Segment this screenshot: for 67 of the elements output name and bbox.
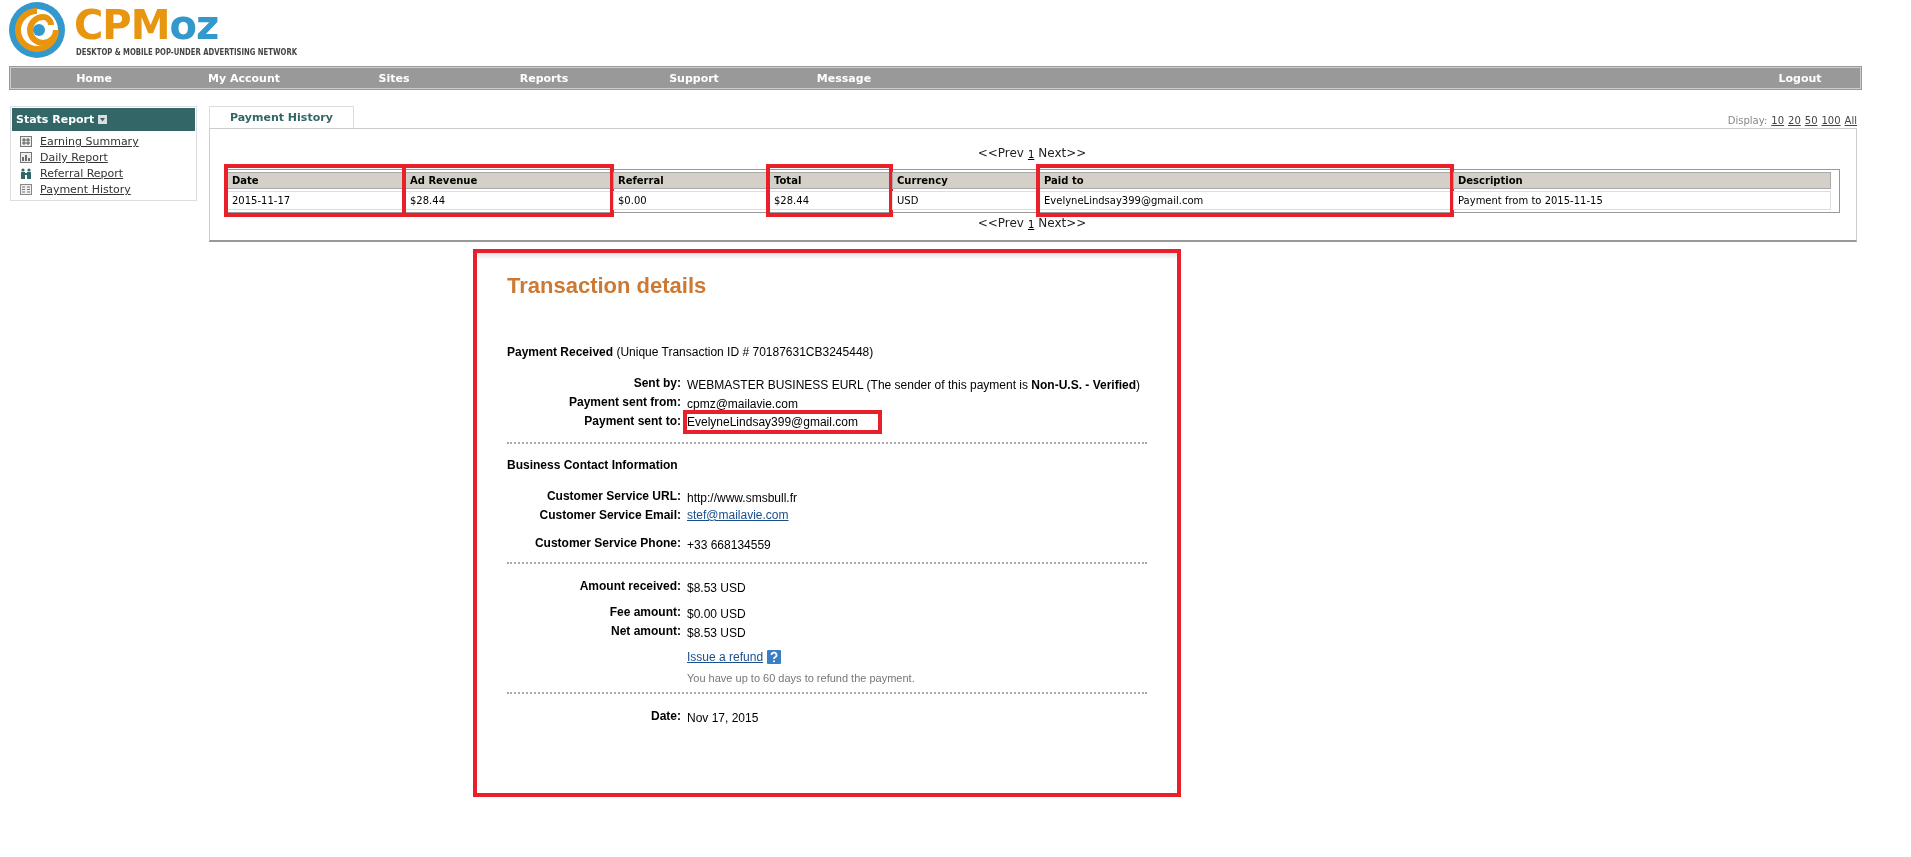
column-header: Referral [613, 172, 767, 189]
field-value: $8.53 USD [687, 581, 746, 595]
next-link[interactable]: Next>> [1038, 216, 1087, 230]
panel-title: Transaction details [507, 273, 708, 300]
column-header: Currency [892, 172, 1037, 189]
page-size-link[interactable]: 100 [1821, 115, 1841, 126]
sidebar-link[interactable]: Payment History [20, 183, 187, 196]
page-link[interactable]: 1 [1027, 219, 1035, 230]
field-value: cpmz@mailavie.com [687, 397, 798, 411]
people-icon [20, 168, 32, 179]
field-label: Fee amount: [608, 605, 681, 621]
column-header: Paid to [1039, 172, 1451, 189]
page-size-link[interactable]: All [1844, 115, 1857, 126]
field-label: Amount received: [578, 579, 681, 595]
page-size-link[interactable]: 50 [1804, 115, 1818, 126]
tab[interactable]: Payment History [209, 106, 354, 129]
section-heading: Business Contact Information [507, 458, 679, 472]
refund-link[interactable]: Issue a refund [687, 650, 764, 664]
field-value: $8.53 USD [687, 626, 746, 640]
collapse-icon[interactable] [98, 115, 108, 124]
logo-tagline: DESKTOP & MOBILE POP-UNDER ADVERTISING NETWORK [76, 47, 298, 57]
table-cell: 2015-11-17 [227, 191, 403, 210]
field-label: Sent by: [632, 376, 681, 392]
table-cell: $28.44 [405, 191, 611, 210]
page-link[interactable]: 1 [1027, 149, 1035, 160]
column-header: Description [1453, 172, 1831, 189]
column-header: Ad Revenue [405, 172, 611, 189]
field-value: $0.00 USD [687, 607, 746, 621]
sidebar-link[interactable]: Referral Report [20, 167, 187, 180]
field-label: Customer Service Email: [538, 508, 681, 522]
table-cell: USD [892, 191, 1037, 210]
next-link[interactable]: Next>> [1038, 146, 1087, 160]
field-label: Customer Service Phone: [533, 536, 681, 552]
help-icon[interactable] [767, 650, 782, 664]
sidebar-title: Stats Report [16, 113, 95, 126]
field-label: Payment sent from: [567, 395, 681, 411]
field-label: Customer Service URL: [545, 489, 681, 505]
field-value: +33 668134559 [687, 538, 771, 552]
display-label: Display: [1727, 115, 1768, 126]
field-value: Nov 17, 2015 [687, 711, 759, 725]
field-label: Date: [650, 709, 681, 725]
table-cell: $28.44 [769, 191, 890, 210]
sidebar-header[interactable]: Stats Report [12, 108, 195, 131]
field-label: Payment sent to: [583, 414, 681, 430]
list-icon [20, 184, 32, 195]
refund-note: You have up to 60 days to refund the payment. [687, 672, 916, 684]
field-label: Net amount: [610, 624, 681, 640]
field-value: http://www.smsbull.fr [687, 491, 798, 505]
table-cell: $0.00 [613, 191, 767, 210]
table-cell: EvelyneLindsay399@gmail.com [1039, 191, 1451, 210]
sidebar-link[interactable]: Daily Report [20, 151, 187, 164]
column-header: Date [227, 172, 403, 189]
bar-chart-icon [20, 152, 32, 163]
prev-link[interactable]: <<Prev [977, 216, 1024, 230]
sidebar-link[interactable]: Earning Summary [20, 135, 187, 148]
payment-received-text: Payment Received (Unique Transaction ID # 70187631CB3245448) [507, 345, 874, 359]
column-header: Total [769, 172, 890, 189]
email-link[interactable]: stef@mailavie.com [687, 508, 789, 522]
prev-link[interactable]: <<Prev [977, 146, 1024, 160]
table-cell: Payment from to 2015-11-15 [1453, 191, 1831, 210]
field-value: WEBMASTER BUSINESS EURL (The sender of this payment is Non-U.S. - Verified) [687, 378, 1141, 392]
logo-wordmark: CPMoz [74, 3, 220, 47]
page-size-link[interactable]: 10 [1771, 115, 1785, 126]
table-icon [20, 136, 32, 147]
swirl-logo-icon [8, 1, 66, 59]
highlighted-value: EvelyneLindsay399@gmail.com [683, 410, 882, 434]
page-size-link[interactable]: 20 [1788, 115, 1801, 126]
